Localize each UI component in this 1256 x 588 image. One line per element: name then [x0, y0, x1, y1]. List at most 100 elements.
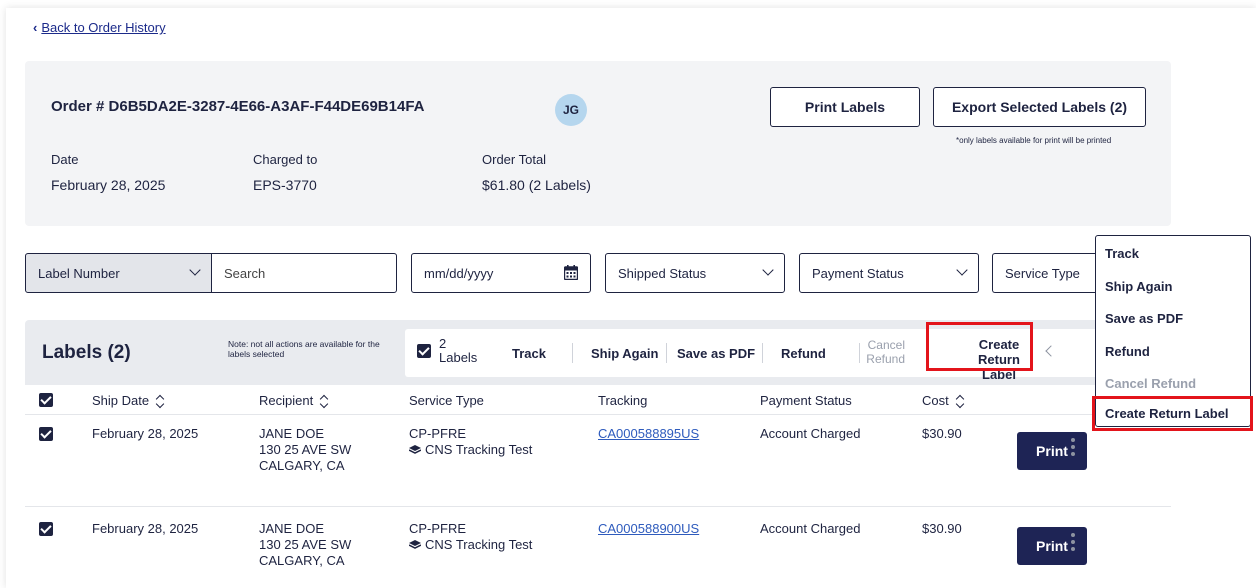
label-number-select[interactable]: Label Number [25, 253, 212, 293]
bulk-track-button[interactable]: Track [512, 346, 546, 361]
service-type-cell: CP-PFRE CNS Tracking Test [409, 521, 532, 553]
service-code: CP-PFRE [409, 426, 467, 441]
recipient-cell: JANE DOE 130 25 AVE SW CALGARY, CA [259, 426, 351, 474]
cost-header[interactable]: Cost [922, 393, 965, 409]
recipient-cell: JANE DOE 130 25 AVE SW CALGARY, CA [259, 521, 351, 569]
table-row: February 28, 2025 JANE DOE 130 25 AVE SW… [25, 415, 1171, 507]
order-summary-panel: Order # D6B5DA2E-3287-4E66-A3AF-F44DE69B… [25, 61, 1171, 226]
recipient-header-label: Recipient [259, 393, 314, 408]
date-value: February 28, 2025 [51, 177, 166, 193]
sort-icon[interactable] [955, 395, 965, 409]
divider [572, 343, 573, 363]
menu-item-refund[interactable]: Refund [1105, 344, 1150, 359]
menu-item-save-pdf[interactable]: Save as PDF [1105, 311, 1183, 326]
select-all-labels-checkbox[interactable] [417, 344, 431, 358]
tracking-header: Tracking [598, 393, 648, 408]
date-input[interactable]: mm/dd/yyyy [411, 253, 591, 293]
back-link-label: Back to Order History [41, 20, 166, 35]
highlight-box [926, 322, 1033, 371]
service-type-header: Service Type [409, 393, 484, 408]
recipient-name: JANE DOE [259, 521, 325, 536]
date-placeholder: mm/dd/yyyy [424, 265, 494, 281]
table-row: February 28, 2025 JANE DOE 130 25 AVE SW… [25, 510, 1171, 588]
print-button[interactable]: Print [1017, 432, 1087, 470]
layers-icon [409, 445, 421, 454]
print-labels-button[interactable]: Print Labels [770, 87, 920, 127]
highlight-box [1092, 396, 1253, 431]
cost-header-label: Cost [922, 393, 949, 408]
service-type-select[interactable]: Service Type [992, 253, 1102, 293]
table-header: Ship Date Recipient Service Type Trackin… [25, 385, 1171, 415]
cost-cell: $30.90 [922, 426, 962, 441]
selected-count-number: 2 [439, 336, 447, 351]
cancel-refund-line-1: Cancel [867, 338, 905, 352]
cancel-refund-line-2: Refund [866, 352, 905, 366]
select-all-checkbox[interactable] [39, 393, 53, 407]
date-label: Date [51, 152, 79, 167]
payment-status-select[interactable]: Payment Status [799, 253, 979, 293]
recipient-name: JANE DOE [259, 426, 325, 441]
divider [859, 343, 860, 363]
service-code: CP-PFRE [409, 521, 467, 536]
labels-title: Labels (2) [42, 342, 131, 363]
sort-icon[interactable] [155, 395, 165, 409]
print-footnote: *only labels available for print will be… [956, 136, 1112, 145]
recipient-address: 130 25 AVE SW [259, 537, 352, 552]
row-checkbox[interactable] [39, 522, 53, 536]
payment-status-value: Payment Status [812, 265, 904, 281]
chevron-left-icon: ‹ [33, 20, 38, 35]
chevron-down-icon [189, 264, 201, 276]
chevron-down-icon [762, 264, 774, 276]
ship-date-header[interactable]: Ship Date [92, 393, 165, 409]
search-input[interactable]: Search [211, 253, 397, 293]
back-to-order-history-link[interactable]: ‹ Back to Order History [33, 20, 166, 35]
row-checkbox[interactable] [39, 427, 53, 441]
labels-note: Note: not all actions are available for … [228, 339, 380, 359]
charged-to-label: Charged to [253, 152, 318, 167]
tracking-link[interactable]: CA000588895US [598, 426, 699, 442]
ship-date-cell: February 28, 2025 [92, 521, 199, 536]
recipient-address: 130 25 AVE SW [259, 442, 352, 457]
service-note: CNS Tracking Test [425, 442, 533, 457]
ship-date-cell: February 28, 2025 [92, 426, 199, 441]
service-note: CNS Tracking Test [425, 537, 533, 552]
service-type-value: Service Type [1005, 265, 1080, 281]
payment-status-cell: Account Charged [760, 521, 861, 536]
print-button[interactable]: Print [1017, 527, 1087, 565]
selected-count-unit: Labels [439, 350, 478, 365]
order-title: Order # D6B5DA2E-3287-4E66-A3AF-F44DE69B… [51, 98, 425, 115]
divider [762, 343, 763, 363]
menu-item-track[interactable]: Track [1105, 246, 1139, 261]
menu-item-cancel-refund: Cancel Refund [1105, 376, 1197, 391]
ship-date-header-label: Ship Date [92, 393, 150, 408]
selected-count: 2 Labels [439, 337, 477, 365]
sort-icon[interactable] [319, 395, 329, 409]
shipped-status-select[interactable]: Shipped Status [605, 253, 785, 293]
bulk-refund-button[interactable]: Refund [781, 346, 826, 361]
more-options-icon[interactable] [1071, 533, 1075, 553]
recipient-header[interactable]: Recipient [259, 393, 329, 409]
export-selected-labels-button[interactable]: Export Selected Labels (2) [933, 87, 1146, 127]
layers-icon [409, 540, 421, 549]
label-number-select-value: Label Number [38, 265, 120, 281]
more-options-icon[interactable] [1071, 438, 1075, 458]
avatar: JG [555, 94, 587, 126]
divider [666, 343, 667, 363]
cost-cell: $30.90 [922, 521, 962, 536]
charged-to-value: EPS-3770 [253, 177, 317, 193]
bulk-save-pdf-button[interactable]: Save as PDF [677, 346, 755, 361]
order-total-label: Order Total [482, 152, 547, 167]
menu-item-ship-again[interactable]: Ship Again [1105, 279, 1172, 294]
recipient-city: CALGARY, CA [259, 458, 345, 473]
calendar-icon[interactable] [564, 265, 578, 280]
payment-status-header: Payment Status [760, 393, 852, 408]
tracking-link[interactable]: CA000588900US [598, 521, 699, 537]
bulk-cancel-refund-button: Cancel Refund [865, 338, 905, 366]
shipped-status-value: Shipped Status [618, 265, 707, 281]
bulk-ship-again-button[interactable]: Ship Again [591, 346, 658, 361]
chevron-down-icon [956, 264, 968, 276]
search-placeholder: Search [224, 265, 266, 281]
service-type-cell: CP-PFRE CNS Tracking Test [409, 426, 532, 458]
order-total-value: $61.80 (2 Labels) [482, 177, 591, 193]
recipient-city: CALGARY, CA [259, 553, 345, 568]
